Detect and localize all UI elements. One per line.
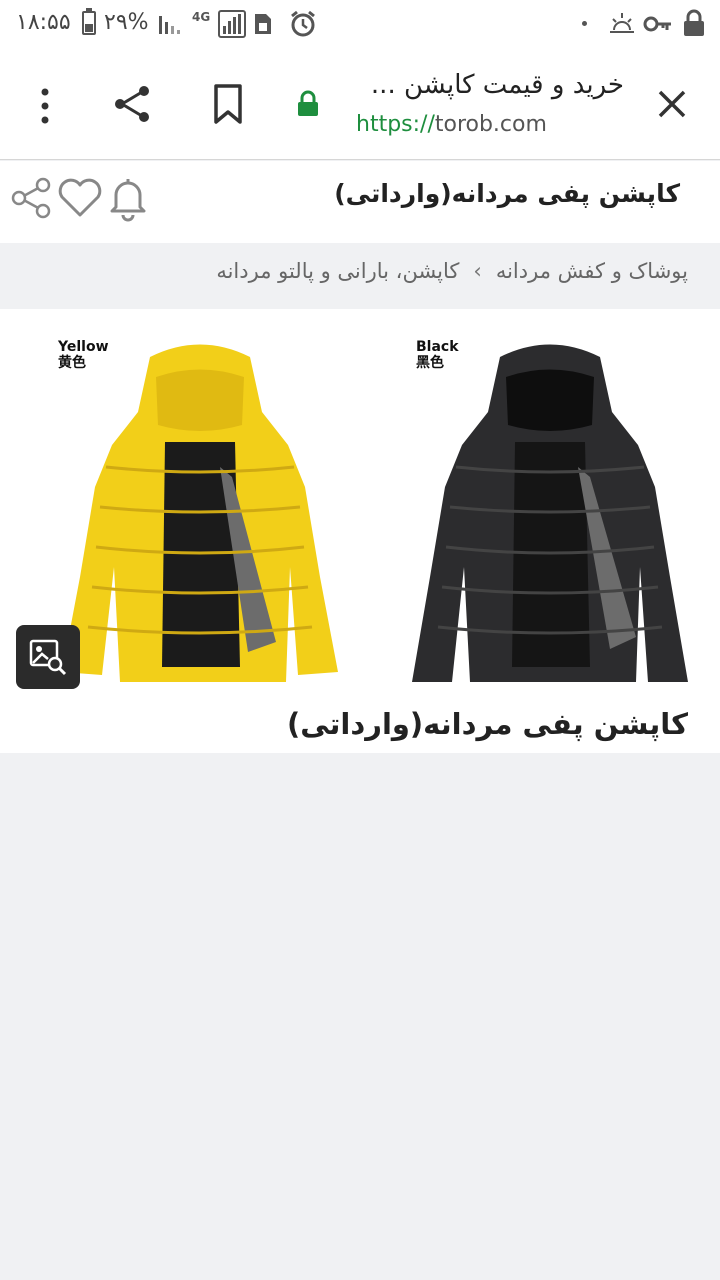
close-icon[interactable] [652, 84, 692, 124]
bookmark-icon[interactable] [210, 82, 246, 126]
image-search-button[interactable] [16, 625, 80, 689]
jacket-yellow-image [62, 344, 338, 682]
url-bar[interactable]: https://torob.com [356, 112, 547, 137]
secure-lock-icon[interactable] [296, 90, 320, 118]
status-bar: ۱۸:۵۵ ۲۹% 4G [0, 0, 720, 50]
product-image-gallery[interactable]: Yellow 黄色 Black 黑色 [0, 309, 720, 689]
breadcrumb: پوشاک و کفش مردانه › کاپشن، بارانی و پالتو… [0, 243, 720, 309]
battery-icon [82, 8, 96, 35]
black-color-label: Black 黑色 [416, 339, 459, 371]
notification-bell-icon[interactable] [104, 173, 152, 223]
breadcrumb-trail: پوشاک و کفش مردانه › کاپشن، بارانی و پالتو… [216, 259, 688, 283]
document-icon [255, 14, 271, 34]
image-search-icon [29, 639, 67, 676]
alarm-icon [291, 10, 315, 37]
product-section: Yellow 黄色 Black 黑色 کاپشن پفی مردانه(وارد… [0, 309, 720, 753]
lock-icon [684, 9, 704, 36]
signal-strength-icon [218, 10, 246, 38]
url-host: torob.com [434, 112, 547, 137]
color-label-en: Black [416, 339, 459, 355]
tab-title[interactable]: خرید و قیمت کاپشن ... [324, 70, 624, 100]
breadcrumb-item-jackets[interactable]: کاپشن، بارانی و پالتو مردانه [216, 259, 459, 283]
signal-icon [159, 16, 180, 34]
color-label-zh: 黄色 [58, 355, 86, 371]
favorite-heart-icon[interactable] [56, 175, 104, 221]
sunrise-icon [610, 13, 634, 33]
battery-percent: ۲۹% [104, 10, 149, 35]
network-4g-icon: 4G [192, 10, 211, 24]
product-name: کاپشن پفی مردانه(وارداتی) [286, 707, 688, 741]
jacket-black-image [412, 344, 688, 682]
url-scheme: https:// [356, 112, 435, 137]
key-icon [643, 16, 671, 32]
breadcrumb-separator: › [473, 259, 482, 283]
browser-toolbar: خرید و قیمت کاپشن ... https://torob.com [0, 50, 720, 160]
share-icon[interactable] [110, 82, 154, 126]
page-header: کاپشن پفی مردانه(وارداتی) [0, 161, 720, 243]
share-icon[interactable] [10, 175, 54, 221]
page-title: کاپشن پفی مردانه(وارداتی) [334, 179, 680, 208]
status-time: ۱۸:۵۵ [16, 10, 71, 35]
more-options-icon[interactable] [30, 86, 60, 126]
color-label-zh: 黑色 [416, 355, 444, 371]
notification-dot-icon [582, 21, 587, 26]
yellow-color-label: Yellow 黄色 [58, 339, 109, 371]
color-label-en: Yellow [58, 339, 109, 355]
breadcrumb-item-mens-clothing[interactable]: پوشاک و کفش مردانه [496, 259, 688, 283]
